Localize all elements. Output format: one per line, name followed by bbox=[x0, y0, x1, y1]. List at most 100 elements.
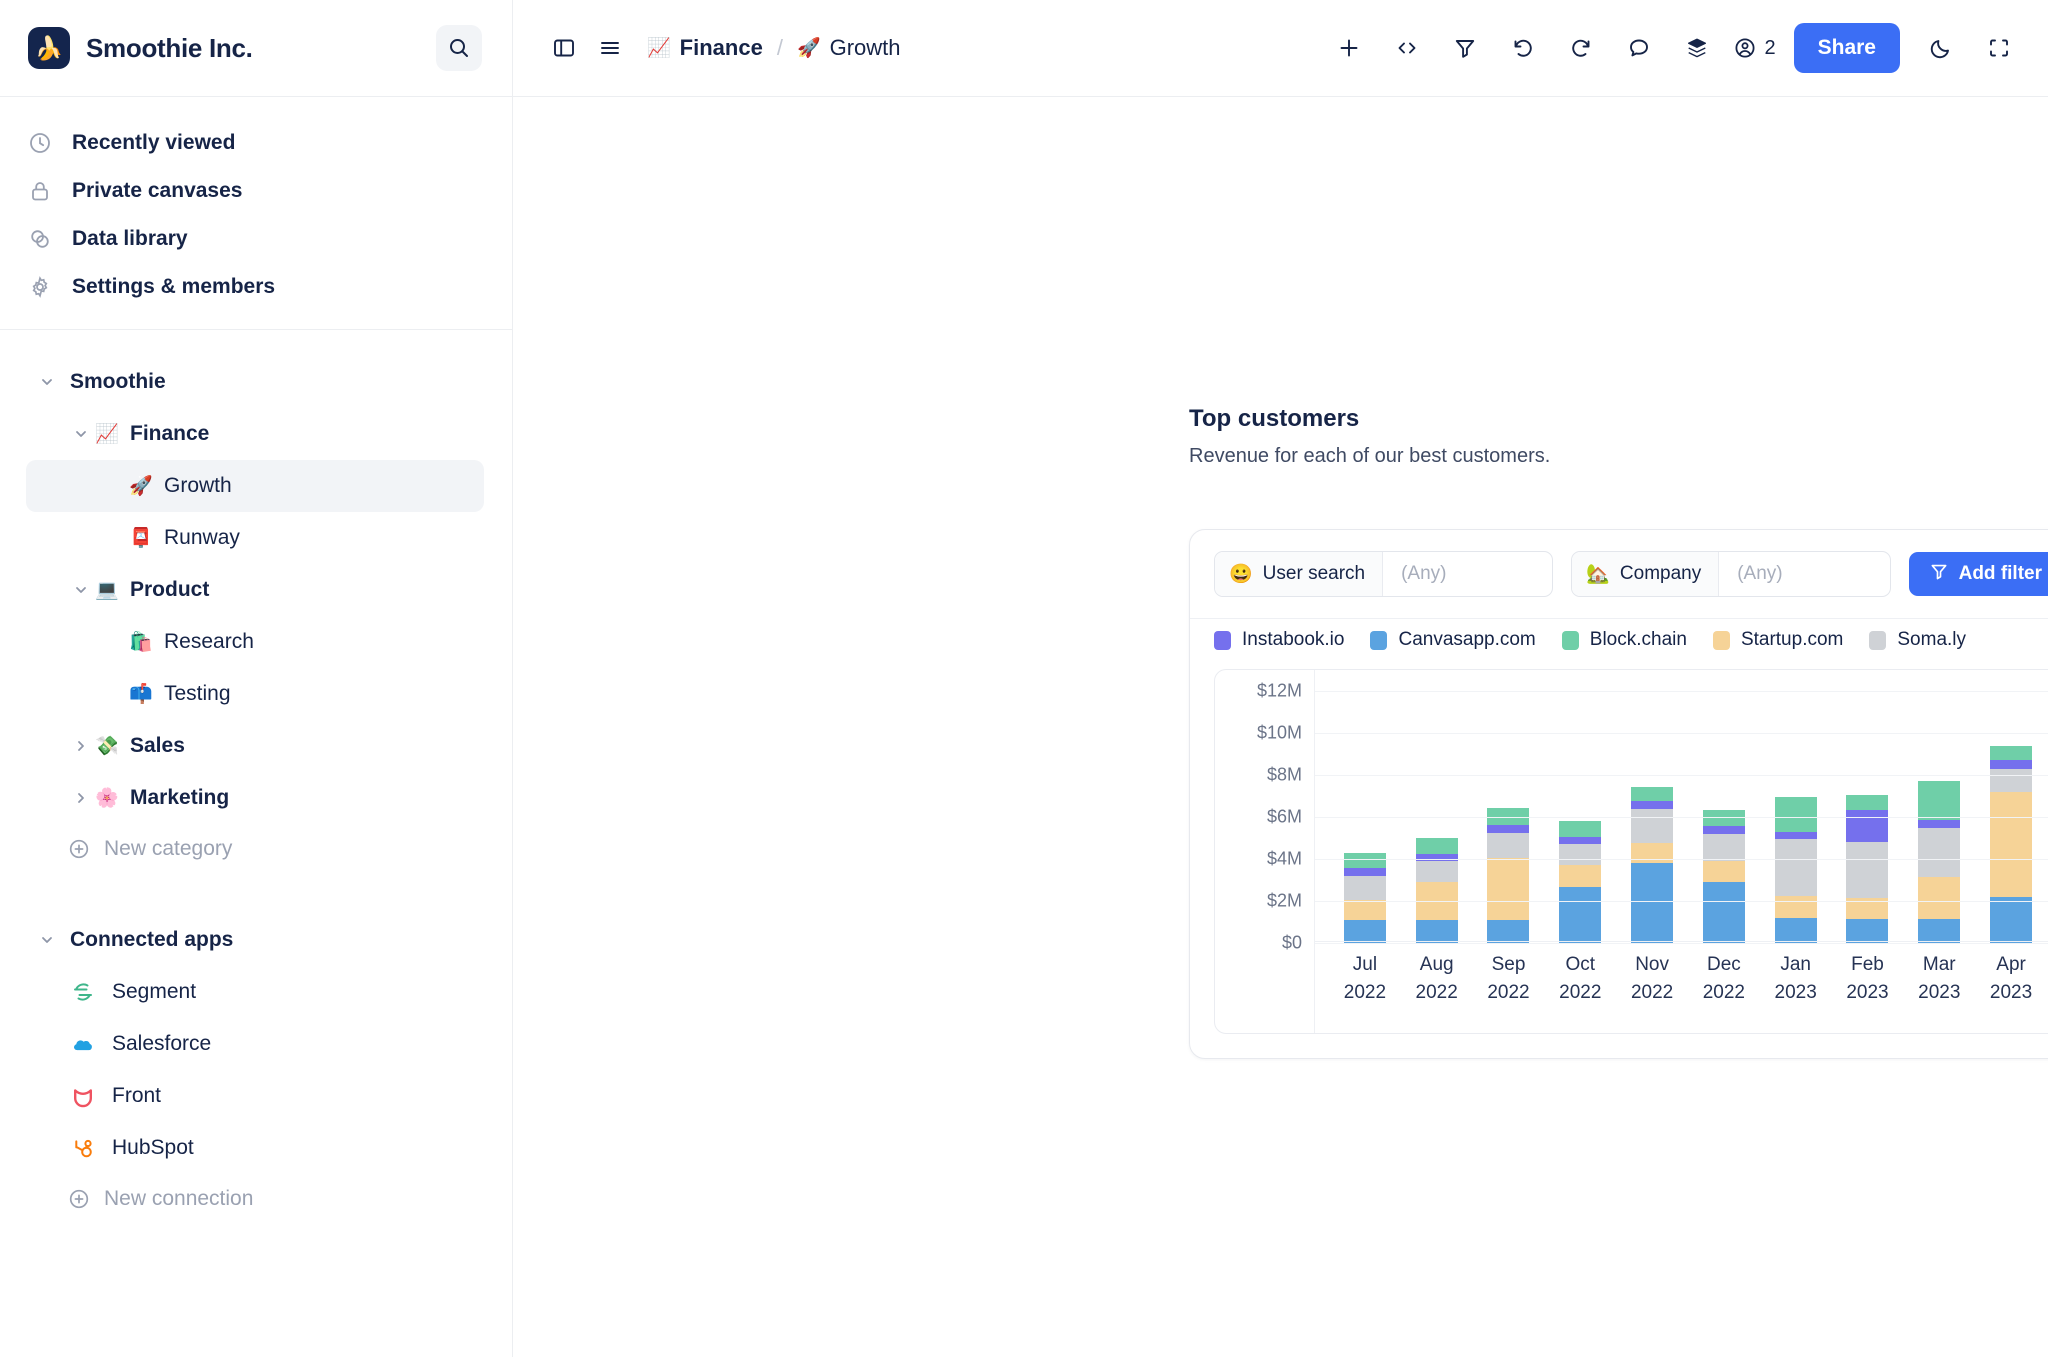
chevron-down-icon[interactable] bbox=[34, 932, 60, 948]
stacked-bar[interactable] bbox=[1416, 838, 1458, 943]
app-item-salesforce[interactable]: Salesforce bbox=[0, 1018, 512, 1070]
stacked-bar[interactable] bbox=[1631, 787, 1673, 943]
bar-segment[interactable] bbox=[1990, 897, 2032, 943]
menu-icon[interactable] bbox=[587, 25, 633, 71]
chevron-right-icon[interactable] bbox=[68, 738, 94, 754]
legend-item[interactable]: Startup.com bbox=[1713, 629, 1843, 651]
share-button[interactable]: Share bbox=[1794, 23, 1900, 73]
tree-group-smoothie[interactable]: Smoothie bbox=[26, 356, 484, 408]
chevron-right-icon[interactable] bbox=[68, 790, 94, 806]
workspace-logo-icon[interactable]: 🍌 bbox=[28, 27, 70, 69]
bar-segment[interactable] bbox=[1775, 797, 1817, 832]
add-icon[interactable] bbox=[1326, 25, 1372, 71]
bar-segment[interactable] bbox=[1631, 787, 1673, 802]
undo-icon[interactable] bbox=[1500, 25, 1546, 71]
bar-segment[interactable] bbox=[1990, 792, 2032, 897]
bar-column[interactable] bbox=[1903, 670, 1975, 943]
legend-item[interactable]: Instabook.io bbox=[1214, 629, 1344, 651]
bar-segment[interactable] bbox=[1775, 918, 1817, 943]
bar-segment[interactable] bbox=[1918, 820, 1960, 827]
bar-segment[interactable] bbox=[1846, 795, 1888, 810]
moon-icon[interactable] bbox=[1918, 25, 1964, 71]
bar-segment[interactable] bbox=[1703, 861, 1745, 882]
app-item-segment[interactable]: Segment bbox=[0, 966, 512, 1018]
bar-segment[interactable] bbox=[1416, 838, 1458, 854]
sidebar-item-runway[interactable]: 📮 Runway bbox=[26, 512, 484, 564]
bar-segment[interactable] bbox=[1703, 826, 1745, 833]
bar-segment[interactable] bbox=[1918, 877, 1960, 919]
sidebar-item-data-library[interactable]: Data library bbox=[0, 215, 512, 263]
tree-item-sales[interactable]: 💸 Sales bbox=[26, 720, 484, 772]
bar-column[interactable] bbox=[1473, 670, 1545, 943]
redo-icon[interactable] bbox=[1558, 25, 1604, 71]
bar-column[interactable] bbox=[1832, 670, 1904, 943]
stacked-bar[interactable] bbox=[1703, 810, 1745, 943]
bar-column[interactable] bbox=[1544, 670, 1616, 943]
bar-segment[interactable] bbox=[1775, 832, 1817, 839]
chevron-down-icon[interactable] bbox=[34, 374, 60, 390]
bar-segment[interactable] bbox=[1918, 828, 1960, 877]
breadcrumb-item-growth[interactable]: 🚀 Growth bbox=[797, 35, 901, 61]
bar-segment[interactable] bbox=[1631, 809, 1673, 844]
bar-column[interactable] bbox=[1760, 670, 1832, 943]
bar-segment[interactable] bbox=[1559, 837, 1601, 844]
new-connection-button[interactable]: New connection bbox=[0, 1174, 512, 1224]
connected-apps-header[interactable]: Connected apps bbox=[34, 914, 512, 966]
chevron-down-icon[interactable] bbox=[68, 426, 94, 442]
bar-segment[interactable] bbox=[1631, 801, 1673, 808]
bar-segment[interactable] bbox=[1487, 825, 1529, 832]
fullscreen-icon[interactable] bbox=[1976, 25, 2022, 71]
presence-indicator[interactable]: 2 bbox=[1732, 35, 1776, 61]
bar-segment[interactable] bbox=[1918, 919, 1960, 943]
company-input[interactable]: (Any) bbox=[1719, 552, 1890, 596]
bar-segment[interactable] bbox=[1775, 839, 1817, 896]
bar-segment[interactable] bbox=[1416, 861, 1458, 882]
bar-segment[interactable] bbox=[1416, 920, 1458, 943]
legend-item[interactable]: Soma.ly bbox=[1869, 629, 1966, 651]
tree-item-finance[interactable]: 📈 Finance bbox=[26, 408, 484, 460]
bar-segment[interactable] bbox=[1631, 863, 1673, 943]
bar-column[interactable] bbox=[1688, 670, 1760, 943]
sidebar-toggle-icon[interactable] bbox=[541, 25, 587, 71]
bar-segment[interactable] bbox=[1344, 868, 1386, 875]
bar-column[interactable] bbox=[1616, 670, 1688, 943]
bar-segment[interactable] bbox=[1559, 865, 1601, 887]
bar-column[interactable] bbox=[1329, 670, 1401, 943]
bar-segment[interactable] bbox=[1846, 810, 1888, 843]
stacked-bar[interactable] bbox=[1918, 781, 1960, 943]
bar-column[interactable] bbox=[1975, 670, 2047, 943]
new-category-button[interactable]: New category bbox=[0, 824, 512, 874]
add-filter-button[interactable]: Add filter bbox=[1909, 552, 2048, 596]
comment-icon[interactable] bbox=[1616, 25, 1662, 71]
legend-item[interactable]: Block.chain bbox=[1562, 629, 1687, 651]
sidebar-item-private-canvases[interactable]: Private canvases bbox=[0, 167, 512, 215]
search-button[interactable] bbox=[436, 25, 482, 71]
bar-segment[interactable] bbox=[1487, 920, 1529, 943]
app-item-front[interactable]: Front bbox=[0, 1070, 512, 1122]
bar-segment[interactable] bbox=[1990, 760, 2032, 768]
tree-item-marketing[interactable]: 🌸 Marketing bbox=[26, 772, 484, 824]
bar-segment[interactable] bbox=[1990, 746, 2032, 761]
sidebar-item-growth[interactable]: 🚀 Growth bbox=[26, 460, 484, 512]
sidebar-item-settings-members[interactable]: Settings & members bbox=[0, 263, 512, 311]
bar-segment[interactable] bbox=[1990, 769, 2032, 792]
code-icon[interactable] bbox=[1384, 25, 1430, 71]
bar-segment[interactable] bbox=[1559, 844, 1601, 865]
bar-segment[interactable] bbox=[1487, 858, 1529, 920]
bar-segment[interactable] bbox=[1416, 854, 1458, 861]
layers-icon[interactable] bbox=[1674, 25, 1720, 71]
bar-segment[interactable] bbox=[1631, 843, 1673, 863]
stacked-bar[interactable] bbox=[1775, 797, 1817, 943]
filter-icon[interactable] bbox=[1442, 25, 1488, 71]
sidebar-item-testing[interactable]: 📫 Testing bbox=[26, 668, 484, 720]
bar-column[interactable] bbox=[1401, 670, 1473, 943]
sidebar-item-research[interactable]: 🛍️ Research bbox=[26, 616, 484, 668]
bar-segment[interactable] bbox=[1559, 887, 1601, 943]
bar-segment[interactable] bbox=[1703, 810, 1745, 827]
bar-segment[interactable] bbox=[1559, 821, 1601, 837]
breadcrumb-item-finance[interactable]: 📈 Finance bbox=[647, 35, 763, 61]
chevron-down-icon[interactable] bbox=[68, 582, 94, 598]
stacked-bar[interactable] bbox=[1344, 853, 1386, 943]
sidebar-item-recently-viewed[interactable]: Recently viewed bbox=[0, 119, 512, 167]
bar-segment[interactable] bbox=[1344, 853, 1386, 869]
